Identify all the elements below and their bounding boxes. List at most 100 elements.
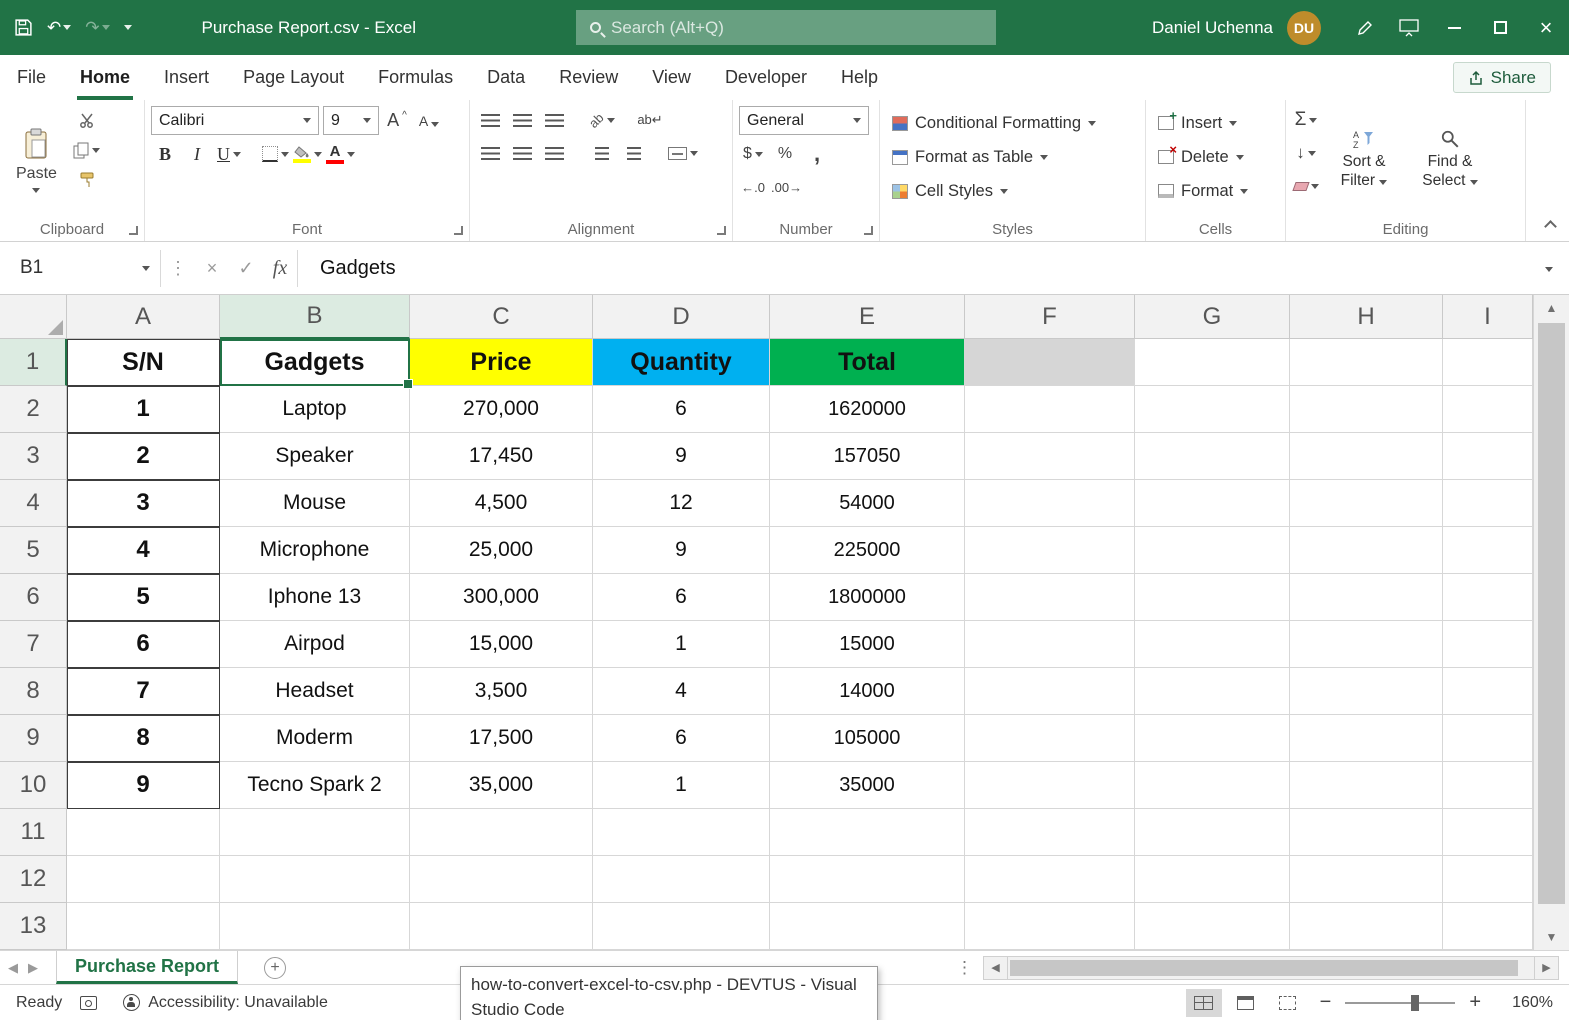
cell-H8[interactable] — [1290, 668, 1443, 715]
zoom-in-button[interactable]: + — [1461, 991, 1489, 1014]
cell-E7[interactable]: 15000 — [770, 621, 965, 668]
cell-C3[interactable]: 17,450 — [410, 433, 593, 480]
cell-I13[interactable] — [1443, 903, 1533, 950]
cell-H12[interactable] — [1290, 856, 1443, 903]
cell-I3[interactable] — [1443, 433, 1533, 480]
cell-F13[interactable] — [965, 903, 1135, 950]
normal-view-button[interactable] — [1185, 988, 1222, 1017]
font-color-button[interactable]: A — [326, 140, 355, 168]
tab-home[interactable]: Home — [63, 55, 147, 100]
cell-D10[interactable]: 1 — [593, 762, 770, 809]
cell-C6[interactable]: 300,000 — [410, 574, 593, 621]
row-header-8[interactable]: 8 — [0, 668, 67, 715]
cell-G2[interactable] — [1135, 386, 1290, 433]
align-center-button[interactable] — [508, 139, 536, 167]
column-header-G[interactable]: G — [1135, 295, 1290, 339]
cell-C2[interactable]: 270,000 — [410, 386, 593, 433]
autosum-button[interactable]: Σ — [1292, 106, 1320, 134]
row-header-1[interactable]: 1 — [0, 339, 67, 386]
cell-styles-button[interactable]: Cell Styles — [886, 174, 1139, 208]
macro-record-icon[interactable] — [80, 995, 98, 1010]
cell-H1[interactable] — [1290, 339, 1443, 386]
cell-G13[interactable] — [1135, 903, 1290, 950]
cell-G1[interactable] — [1135, 339, 1290, 386]
scroll-left-arrow[interactable]: ◀ — [984, 956, 1008, 979]
fill-color-button[interactable] — [293, 140, 322, 168]
cell-I4[interactable] — [1443, 480, 1533, 527]
zoom-slider-thumb[interactable] — [1411, 994, 1420, 1011]
currency-button[interactable]: $ — [739, 140, 767, 168]
row-header-12[interactable]: 12 — [0, 856, 67, 903]
scroll-up-arrow[interactable]: ▲ — [1534, 295, 1569, 321]
cell-E5[interactable]: 225000 — [770, 527, 965, 574]
cell-G8[interactable] — [1135, 668, 1290, 715]
tab-data[interactable]: Data — [470, 55, 542, 100]
cell-I7[interactable] — [1443, 621, 1533, 668]
cell-A4[interactable]: 3 — [67, 480, 220, 527]
share-button[interactable]: Share — [1452, 62, 1551, 93]
cell-F10[interactable] — [965, 762, 1135, 809]
bold-button[interactable]: B — [151, 140, 179, 168]
font-dialog-launcher[interactable] — [452, 224, 464, 236]
cell-B6[interactable]: Iphone 13 — [220, 574, 410, 621]
cell-F12[interactable] — [965, 856, 1135, 903]
cell-E8[interactable]: 14000 — [770, 668, 965, 715]
cell-B10[interactable]: Tecno Spark 2 — [220, 762, 410, 809]
borders-button[interactable] — [261, 140, 289, 168]
merge-center-button[interactable] — [668, 139, 698, 167]
cell-A2[interactable]: 1 — [67, 386, 220, 433]
cell-D3[interactable]: 9 — [593, 433, 770, 480]
cell-D4[interactable]: 12 — [593, 480, 770, 527]
accessibility-status[interactable]: Accessibility: Unavailable — [148, 994, 328, 1012]
cell-C12[interactable] — [410, 856, 593, 903]
tab-file[interactable]: File — [0, 55, 63, 100]
cell-I9[interactable] — [1443, 715, 1533, 762]
close-button[interactable]: × — [1523, 0, 1569, 55]
cell-G3[interactable] — [1135, 433, 1290, 480]
zoom-slider[interactable] — [1345, 994, 1456, 1011]
account-name[interactable]: Daniel Uchenna — [1152, 18, 1273, 38]
search-box[interactable] — [576, 10, 996, 45]
decrease-decimal-button[interactable]: .00→ — [771, 173, 802, 201]
cell-H2[interactable] — [1290, 386, 1443, 433]
column-header-H[interactable]: H — [1290, 295, 1443, 339]
cell-B2[interactable]: Laptop — [220, 386, 410, 433]
tab-help[interactable]: Help — [824, 55, 895, 100]
sheet-nav-arrows[interactable]: ◀▶ — [0, 960, 56, 976]
cell-E2[interactable]: 1620000 — [770, 386, 965, 433]
cell-H3[interactable] — [1290, 433, 1443, 480]
redo-button[interactable]: ↷ — [85, 19, 110, 36]
cell-A5[interactable]: 4 — [67, 527, 220, 574]
undo-button[interactable]: ↶ — [47, 19, 72, 36]
cell-C8[interactable]: 3,500 — [410, 668, 593, 715]
cell-C1[interactable]: Price — [410, 339, 593, 386]
cell-D11[interactable] — [593, 809, 770, 856]
font-size-combo[interactable]: 9 — [323, 106, 379, 135]
zoom-level[interactable]: 160% — [1495, 994, 1553, 1012]
cell-H10[interactable] — [1290, 762, 1443, 809]
select-all-button[interactable] — [0, 295, 67, 339]
cell-G6[interactable] — [1135, 574, 1290, 621]
cell-E10[interactable]: 35000 — [770, 762, 965, 809]
cell-H6[interactable] — [1290, 574, 1443, 621]
row-header-13[interactable]: 13 — [0, 903, 67, 950]
ribbon-display-options-button[interactable] — [1387, 0, 1431, 55]
cell-A6[interactable]: 5 — [67, 574, 220, 621]
percent-button[interactable]: % — [771, 140, 799, 168]
row-header-7[interactable]: 7 — [0, 621, 67, 668]
formula-bar-resize-handle[interactable]: ⋮ — [161, 258, 195, 279]
cell-D7[interactable]: 1 — [593, 621, 770, 668]
cell-D5[interactable]: 9 — [593, 527, 770, 574]
cell-I2[interactable] — [1443, 386, 1533, 433]
column-header-E[interactable]: E — [770, 295, 965, 339]
align-top-button[interactable] — [476, 106, 504, 134]
cell-B5[interactable]: Microphone — [220, 527, 410, 574]
align-left-button[interactable] — [476, 139, 504, 167]
scroll-down-arrow[interactable]: ▼ — [1534, 924, 1569, 950]
cell-E1[interactable]: Total — [770, 339, 965, 386]
cell-D2[interactable]: 6 — [593, 386, 770, 433]
cell-B12[interactable] — [220, 856, 410, 903]
cell-F6[interactable] — [965, 574, 1135, 621]
customize-qat-button[interactable] — [123, 25, 132, 30]
cell-E4[interactable]: 54000 — [770, 480, 965, 527]
